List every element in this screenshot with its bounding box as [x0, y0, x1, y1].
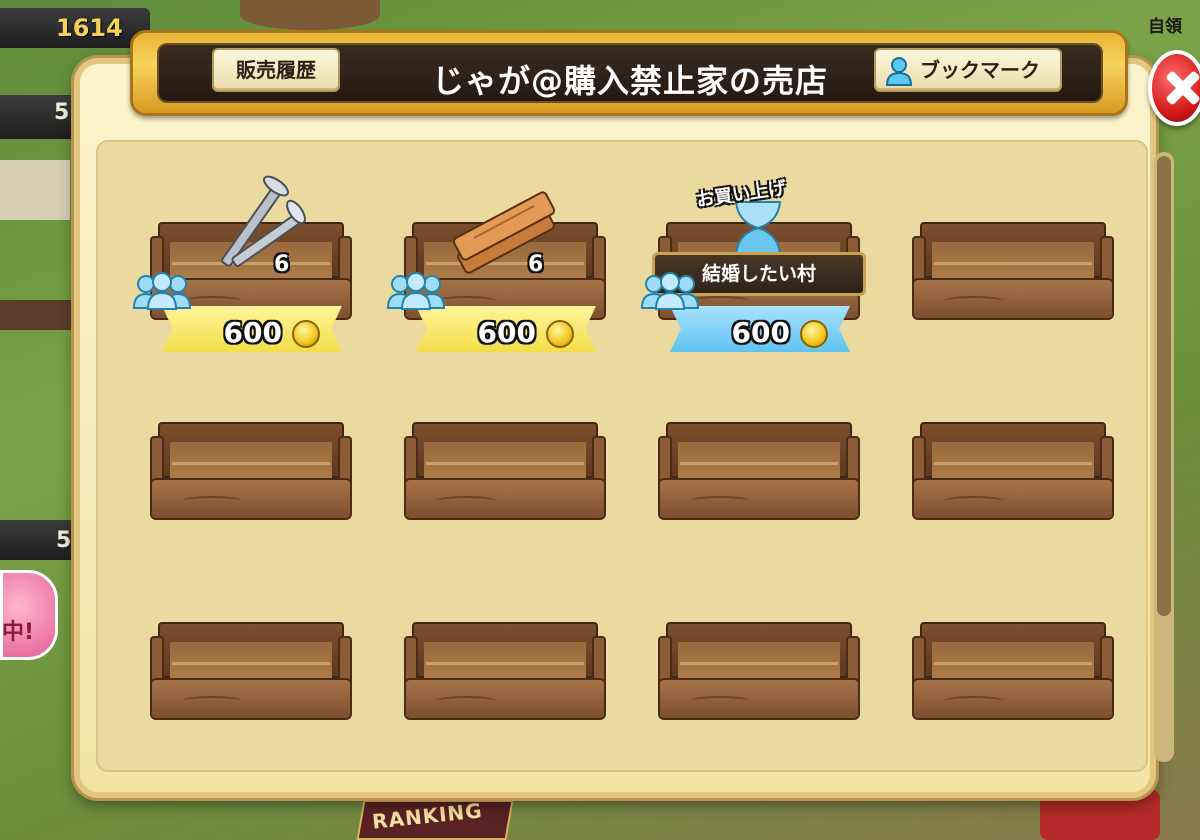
shop-slot-7[interactable]	[658, 422, 860, 582]
sales-history-button[interactable]: 販売履歴	[212, 48, 340, 92]
crate	[150, 622, 352, 722]
bookmark-button-label: ブックマーク	[920, 58, 1040, 82]
shop-slot-4[interactable]	[912, 222, 1114, 382]
coin-icon	[546, 320, 574, 348]
crate	[150, 422, 352, 522]
coin-icon	[292, 320, 320, 348]
shop-slot-1[interactable]: 6 600	[132, 175, 352, 382]
crate	[912, 622, 1114, 722]
shop-slot-3[interactable]: お買い上げ 結婚したい村 600	[640, 178, 866, 382]
price-value: 600	[223, 316, 282, 349]
barrel-decoration	[240, 0, 380, 30]
shop-slot-12[interactable]	[912, 622, 1114, 782]
nails-icon	[221, 175, 306, 267]
crate	[912, 222, 1114, 322]
crate	[404, 422, 606, 522]
resource-counter-3-value: 5	[56, 528, 72, 553]
person-icon	[885, 57, 913, 86]
people-icon	[386, 272, 446, 310]
shop-slot-10[interactable]	[404, 622, 606, 782]
price-value: 600	[477, 316, 536, 349]
bookmark-button[interactable]: ブックマーク	[874, 48, 1062, 92]
event-sign-label: 中!	[2, 620, 35, 645]
crate	[404, 622, 606, 722]
people-icon	[640, 272, 700, 310]
price-value: 600	[731, 316, 790, 349]
inventory-scroll-thumb[interactable]	[1157, 156, 1171, 616]
shop-slot-6[interactable]	[404, 422, 606, 582]
shop-slot-9[interactable]	[150, 622, 352, 782]
people-icon	[132, 272, 192, 310]
shop-slot-5[interactable]	[150, 422, 352, 582]
right-hud-label: 自領	[1148, 17, 1182, 37]
shop-slot-8[interactable]	[912, 422, 1114, 582]
shop-slot-2[interactable]: 6 600	[386, 191, 606, 382]
house-decoration	[0, 160, 70, 220]
item-quantity: 6	[528, 252, 544, 277]
resource-counter-value: 1614	[56, 14, 123, 42]
crate	[658, 422, 860, 522]
resource-counter-2-value: 5	[54, 100, 70, 125]
close-button[interactable]	[1148, 50, 1200, 126]
wood-planks-icon	[452, 191, 556, 274]
shop-slot-11[interactable]	[658, 622, 860, 782]
hourglass-icon	[734, 201, 782, 255]
crate	[912, 422, 1114, 522]
coin-icon	[800, 320, 828, 348]
crate	[658, 622, 860, 722]
item-quantity: 6	[274, 252, 290, 277]
fence-decoration	[0, 300, 75, 330]
